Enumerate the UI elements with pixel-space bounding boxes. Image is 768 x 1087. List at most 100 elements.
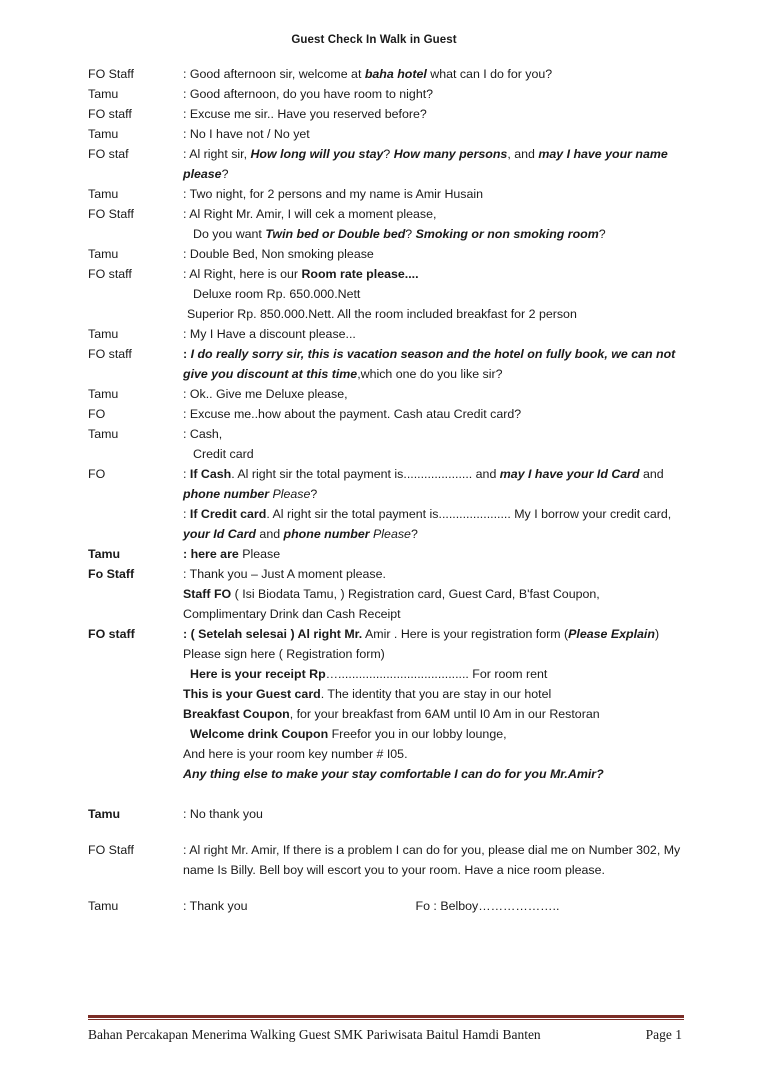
dialogue-body: FO Staff : Good afternoon sir, welcome a… <box>88 64 684 916</box>
text-run: ? <box>410 527 418 541</box>
dialogue-line: FO staff : Excuse me sir.. Have you rese… <box>88 104 684 124</box>
dialogue-line: Tamu : My I Have a discount please... <box>88 324 684 344</box>
dialogue-line: FO : Excuse me..how about the payment. C… <box>88 404 684 424</box>
text-run-emphasis: Please Explain <box>568 627 655 641</box>
speaker-label: Tamu <box>88 187 119 201</box>
dialogue-text: : Ok.. Give me Deluxe please, <box>183 387 348 401</box>
dialogue-line: Fo Staff : Thank you – Just A moment ple… <box>88 564 684 584</box>
speaker-label: Tamu <box>88 427 119 441</box>
dialogue-line: Tamu : Good afternoon, do you have room … <box>88 84 684 104</box>
dialogue-line-continuation: Any thing else to make your stay comfort… <box>88 764 684 784</box>
text-run: ? <box>221 167 229 181</box>
dialogue-text: Please sign here ( Registration form) <box>183 647 385 661</box>
text-run-emphasis: : ( Setelah selesai ) Al right Mr. <box>183 627 363 641</box>
dialogue-line: Tamu : No thank you <box>88 804 684 824</box>
text-run-emphasis: Smoking or non smoking room <box>415 227 599 241</box>
speaker-label: FO staff <box>88 267 132 281</box>
dialogue-text: : Thank you – Just A moment please. <box>183 567 386 581</box>
dialogue-text: Staff FO ( Isi Biodata Tamu, ) Registrat… <box>183 584 684 604</box>
dialogue-line: FO Staff : Al right Mr. Amir, If there i… <box>88 840 684 880</box>
text-run-emphasis: Twin bed or Double bed <box>265 227 406 241</box>
text-run: . Al right sir the total payment is.....… <box>266 507 672 521</box>
text-run: : Al Right, here is our <box>183 267 302 281</box>
speaker-label: FO staf <box>88 147 129 161</box>
text-run-emphasis: Room rate please <box>301 267 405 281</box>
text-run-emphasis: How many persons <box>393 147 508 161</box>
text-run-emphasis: : here are <box>183 547 239 561</box>
speaker-label: FO Staff <box>88 67 134 81</box>
text-run: Do you want <box>193 227 266 241</box>
dialogue-text: Superior Rp. 850.000.Nett. All the room … <box>187 307 577 321</box>
belboy-note: Fo : Belboy……………….. <box>415 899 560 913</box>
text-run-emphasis: Staff FO <box>183 587 232 601</box>
text-run: Please <box>238 547 281 561</box>
dialogue-line-continuation: Please sign here ( Registration form) <box>88 644 684 664</box>
dialogue-line-continuation: Welcome drink Coupon Freefor you in our … <box>88 724 684 744</box>
text-run-emphasis: How long will you stay <box>250 147 384 161</box>
text-run-emphasis: Welcome drink Coupon <box>190 727 329 741</box>
dialogue-text: : Al right sir, How long will you stay? … <box>183 144 684 184</box>
footer-page-number: Page 1 <box>645 1027 682 1042</box>
dialogue-text: : Good afternoon, do you have room to ni… <box>183 87 434 101</box>
text-run: . Al right sir the total payment is.....… <box>231 467 500 481</box>
page-footer: Bahan Percakapan Menerima Walking Guest … <box>88 1015 684 1043</box>
text-run-emphasis: baha hotel <box>364 67 427 81</box>
dialogue-text: : Excuse me..how about the payment. Cash… <box>183 407 522 421</box>
text-run-emphasis: Breakfast Coupon <box>183 707 290 721</box>
text-run-emphasis: Here is your receipt Rp <box>190 667 326 681</box>
text-run-emphasis: phone number <box>183 487 270 501</box>
dialogue-line-continuation: And here is your room key number # I05. <box>88 744 684 764</box>
dialogue-line: Tamu : Two night, for 2 persons and my n… <box>88 184 684 204</box>
dialogue-line-continuation: Here is your receipt Rp…................… <box>88 664 684 684</box>
footer-row: Bahan Percakapan Menerima Walking Guest … <box>88 1020 684 1043</box>
text-run: ? <box>383 147 394 161</box>
text-run-emphasis: Please <box>269 487 311 501</box>
dialogue-line: FO staff : Al Right, here is our Room ra… <box>88 264 684 284</box>
footer-text: Bahan Percakapan Menerima Walking Guest … <box>88 1027 541 1042</box>
speaker-label: Tamu <box>88 327 119 341</box>
dialogue-text: : Good afternoon sir, welcome at baha ho… <box>183 64 684 84</box>
text-run: ) <box>654 627 660 641</box>
text-run-emphasis: Please <box>369 527 411 541</box>
speaker-label: Tamu <box>88 87 119 101</box>
text-run: : Al right sir, <box>183 147 251 161</box>
text-run: : Thank you <box>183 899 248 913</box>
speaker-label: FO Staff <box>88 843 134 857</box>
text-run: : Good afternoon sir, welcome at <box>183 67 365 81</box>
dialogue-text: : Two night, for 2 persons and my name i… <box>183 187 484 201</box>
dialogue-text: Here is your receipt Rp…................… <box>183 664 684 684</box>
dialogue-text: Do you want Twin bed or Double bed? Smok… <box>183 224 684 244</box>
dialogue-text: And here is your room key number # I05. <box>183 747 408 761</box>
dialogue-line: Tamu : Double Bed, Non smoking please <box>88 244 684 264</box>
text-run: , for your breakfast from 6AM until I0 A… <box>289 707 600 721</box>
document-page: Guest Check In Walk in Guest FO Staff : … <box>0 0 768 1087</box>
dialogue-text-emphasis: Any thing else to make your stay comfort… <box>183 767 604 781</box>
dialogue-line: FO staff : ( Setelah selesai ) Al right … <box>88 624 684 644</box>
text-run: Amir . Here is your registration form ( <box>362 627 569 641</box>
dialogue-text: : Al Right Mr. Amir, I will cek a moment… <box>183 207 437 221</box>
dialogue-line-continuation: Breakfast Coupon, for your breakfast fro… <box>88 704 684 724</box>
dialogue-text: : Al Right, here is our Room rate please… <box>183 264 684 284</box>
dialogue-line: FO staff : I do really sorry sir, this i… <box>88 344 684 384</box>
dialogue-text: : Al right Mr. Amir, If there is a probl… <box>183 843 681 877</box>
speaker-label: Fo Staff <box>88 567 135 581</box>
speaker-label: FO <box>88 467 106 481</box>
speaker-label: Tamu <box>88 547 121 561</box>
speaker-label: Tamu <box>88 387 119 401</box>
text-run: : <box>183 507 190 521</box>
speaker-label: FO staff <box>88 627 135 641</box>
dialogue-line: FO staf : Al right sir, How long will yo… <box>88 144 684 184</box>
text-run: ? <box>598 227 606 241</box>
dialogue-text: : Thank you Fo : Belboy……………….. <box>183 896 684 916</box>
dialogue-line-continuation: : If Credit card. Al right sir the total… <box>88 504 684 544</box>
dialogue-line: Tamu : Cash, <box>88 424 684 444</box>
page-title: Guest Check In Walk in Guest <box>291 34 457 46</box>
text-run: ? <box>405 227 416 241</box>
dialogue-line-continuation: This is your Guest card. The identity th… <box>88 684 684 704</box>
dialogue-line: FO : If Cash. Al right sir the total pay… <box>88 464 684 504</box>
dialogue-text: : No I have not / No yet <box>183 127 310 141</box>
dialogue-line: Tamu : Ok.. Give me Deluxe please, <box>88 384 684 404</box>
text-run: …...................................... … <box>325 667 548 681</box>
dialogue-text: : Cash, <box>183 427 223 441</box>
